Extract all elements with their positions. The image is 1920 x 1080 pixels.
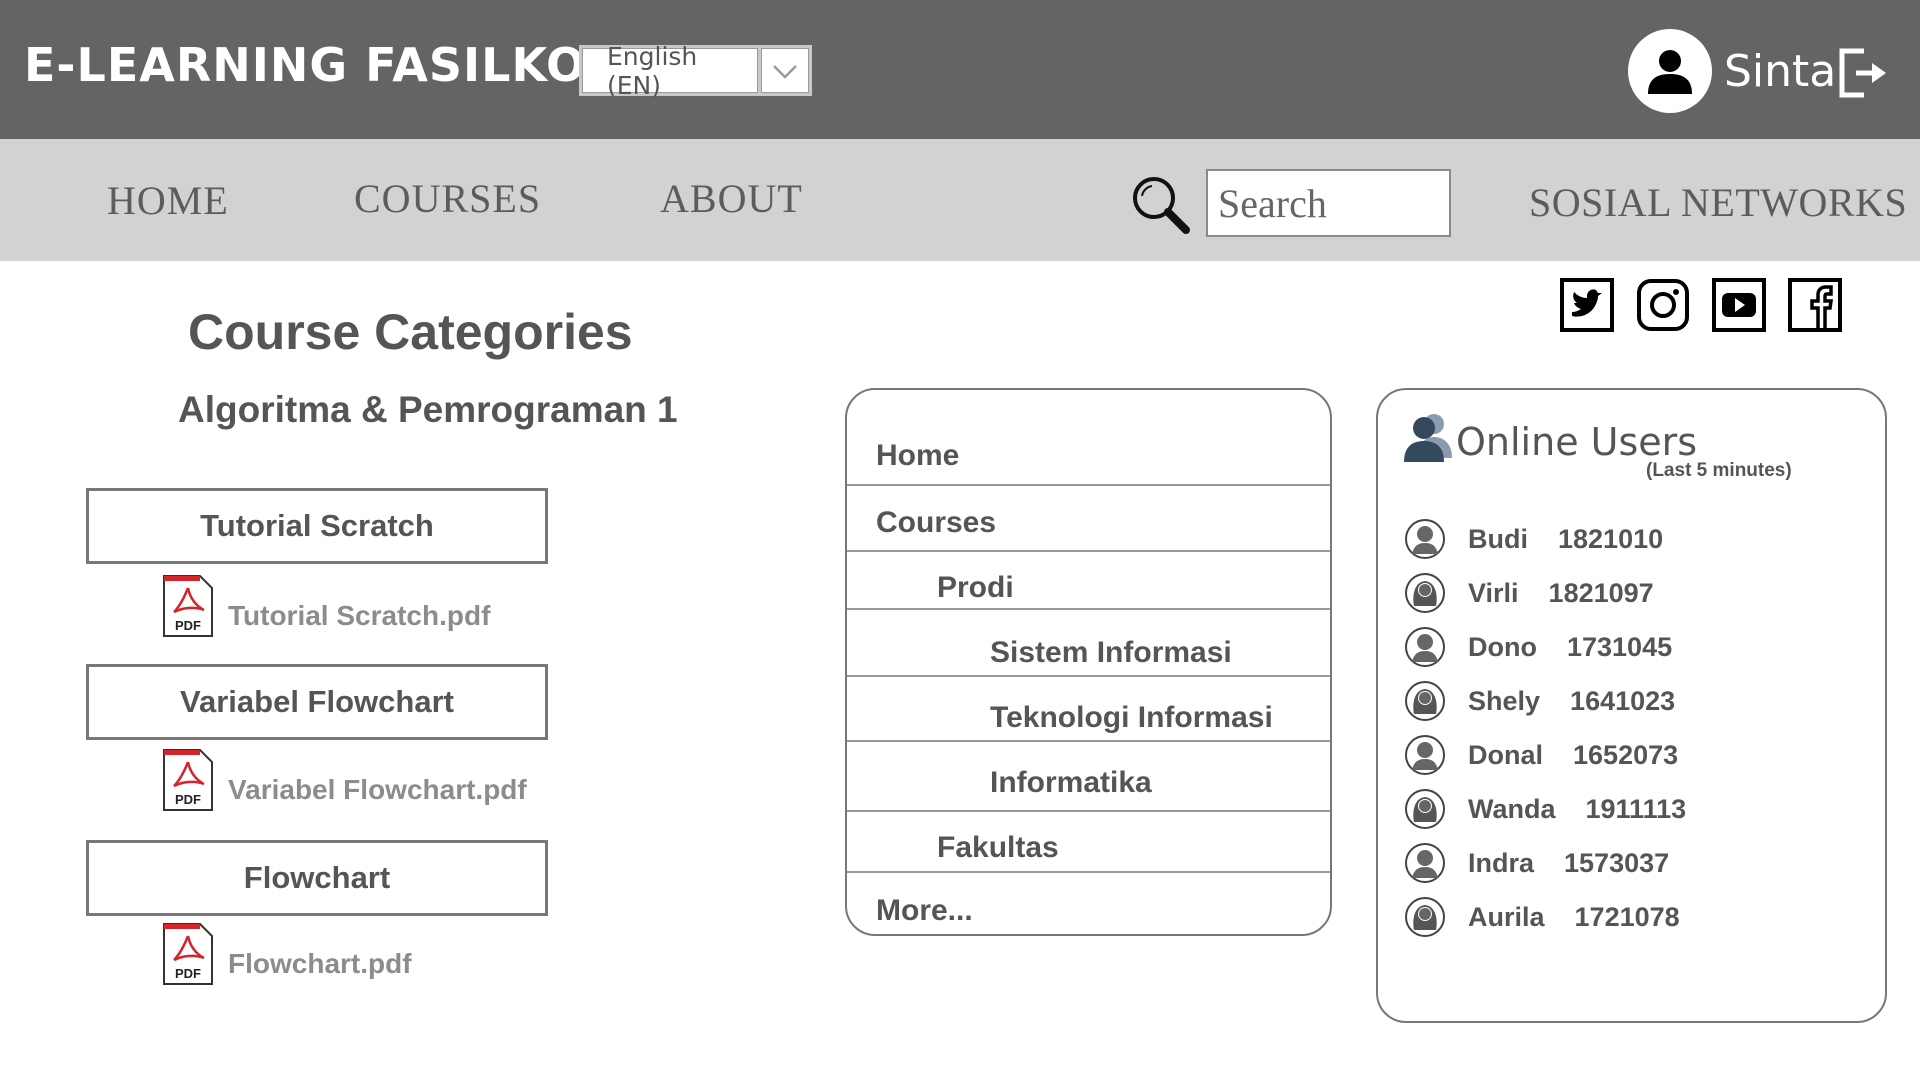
pdf-icon: PDF: [163, 923, 213, 985]
search-input[interactable]: [1206, 169, 1451, 237]
social-icons: [1560, 278, 1842, 332]
user-avatar-icon: [1405, 573, 1445, 613]
username[interactable]: Sinta: [1724, 46, 1836, 97]
menu-item-teknologi-informasi[interactable]: Teknologi Informasi: [990, 701, 1330, 735]
facebook-icon[interactable]: [1788, 278, 1842, 332]
app-title: E-LEARNING FASILKOM: [24, 38, 633, 92]
course-button-variabel-flowchart[interactable]: Variabel Flowchart: [86, 664, 548, 740]
language-selected-value[interactable]: English (EN): [582, 42, 758, 100]
user-avatar-icon: [1405, 897, 1445, 937]
online-user-row[interactable]: Dono 1731045: [1404, 623, 1672, 671]
menu-divider: [847, 871, 1330, 873]
svg-text:PDF: PDF: [175, 618, 201, 633]
menu-item-more[interactable]: More...: [876, 894, 1330, 928]
user-id: 1652073: [1573, 739, 1679, 770]
user-avatar-icon: [1405, 519, 1445, 559]
user-id: 1731045: [1566, 631, 1673, 662]
menu-item-sistem-informasi[interactable]: Sistem Informasi: [990, 636, 1330, 670]
chevron-down-icon[interactable]: [761, 48, 809, 93]
svg-text:PDF: PDF: [175, 792, 201, 807]
youtube-icon[interactable]: [1712, 278, 1766, 332]
online-users-panel: Online Users (Last 5 minutes) Budi 182101…: [1376, 388, 1887, 1023]
twitter-icon[interactable]: [1560, 278, 1614, 332]
menu-item-courses[interactable]: Courses: [876, 506, 1330, 540]
menu-item-home[interactable]: Home: [876, 439, 1330, 473]
online-user-row[interactable]: Aurila 1721078: [1404, 893, 1680, 941]
user-avatar-icon: [1405, 681, 1445, 721]
file-link-tutorial-scratch[interactable]: PDF Tutorial Scratch.pdf: [162, 574, 490, 638]
file-name[interactable]: Variabel Flowchart.pdf: [228, 774, 527, 806]
user-icon: [1648, 50, 1692, 94]
user-avatar-icon: [1405, 627, 1445, 667]
user-name: Dono: [1468, 631, 1537, 662]
course-button-tutorial-scratch[interactable]: Tutorial Scratch: [86, 488, 548, 564]
top-bar: E-LEARNING FASILKOM English (EN) Sinta: [0, 0, 1920, 139]
pdf-icon: PDF: [163, 749, 213, 811]
file-name[interactable]: Tutorial Scratch.pdf: [228, 600, 490, 632]
user-id: 1821010: [1558, 523, 1664, 554]
user-name: Aurila: [1468, 901, 1545, 932]
menu-divider: [847, 740, 1330, 742]
menu-item-prodi[interactable]: Prodi: [937, 571, 1330, 605]
users-group-icon: [1404, 414, 1452, 462]
online-user-row[interactable]: Indra 1573037: [1404, 839, 1669, 887]
file-name[interactable]: Flowchart.pdf: [228, 948, 412, 980]
svg-text:PDF: PDF: [175, 966, 201, 981]
navigation-menu: Home Courses Prodi Sistem Informasi Tekn…: [845, 388, 1332, 936]
menu-divider: [847, 810, 1330, 812]
user-name: Wanda: [1468, 793, 1556, 824]
online-user-row[interactable]: Shely 1641023: [1404, 677, 1675, 725]
course-subtitle: Algoritma & Pemrograman 1: [178, 389, 678, 430]
menu-divider: [847, 550, 1330, 552]
user-avatar-icon: [1405, 843, 1445, 883]
nav-home[interactable]: HOME: [107, 177, 229, 224]
user-id: 1721078: [1574, 901, 1680, 932]
course-categories-title: Course Categories: [188, 304, 633, 360]
online-users-title: Online Users: [1456, 420, 1698, 464]
search-icon[interactable]: [1130, 174, 1192, 241]
user-avatar[interactable]: [1628, 29, 1712, 113]
user-name: Budi: [1468, 523, 1528, 554]
menu-item-informatika[interactable]: Informatika: [990, 766, 1330, 800]
logout-button[interactable]: [1836, 47, 1888, 104]
logout-icon: [1839, 48, 1886, 98]
nav-courses[interactable]: COURSES: [354, 175, 541, 222]
user-id: 1821097: [1548, 577, 1654, 608]
online-user-row[interactable]: Virli 1821097: [1404, 569, 1654, 617]
user-name: Indra: [1468, 847, 1535, 878]
pdf-icon: PDF: [163, 575, 213, 637]
nav-about[interactable]: ABOUT: [660, 175, 803, 222]
file-link-variabel-flowchart[interactable]: PDF Variabel Flowchart.pdf: [162, 748, 527, 812]
menu-divider: [847, 484, 1330, 486]
online-users-subtitle: (Last 5 minutes): [1646, 460, 1792, 481]
user-id: 1641023: [1570, 685, 1676, 716]
file-link-flowchart[interactable]: PDF Flowchart.pdf: [162, 922, 412, 986]
user-avatar-icon: [1405, 735, 1445, 775]
user-avatar-icon: [1405, 789, 1445, 829]
instagram-icon[interactable]: [1636, 278, 1690, 332]
user-name: Shely: [1468, 685, 1541, 716]
menu-divider: [847, 675, 1330, 677]
online-user-row[interactable]: Budi 1821010: [1404, 515, 1663, 563]
user-name: Donal: [1468, 739, 1544, 770]
course-button-flowchart[interactable]: Flowchart: [86, 840, 548, 916]
online-user-row[interactable]: Donal 1652073: [1404, 731, 1678, 779]
online-user-row[interactable]: Wanda 1911113: [1404, 785, 1686, 833]
user-id: 1911113: [1585, 793, 1687, 824]
social-networks-label: SOSIAL NETWORKS: [1529, 180, 1908, 225]
user-id: 1573037: [1564, 847, 1670, 878]
nav-bar: HOME COURSES ABOUT SOSIAL NETWORKS: [0, 139, 1920, 261]
language-select[interactable]: English (EN): [579, 42, 812, 100]
user-name: Virli: [1468, 577, 1519, 608]
menu-divider: [847, 608, 1330, 610]
menu-item-fakultas[interactable]: Fakultas: [937, 831, 1330, 865]
